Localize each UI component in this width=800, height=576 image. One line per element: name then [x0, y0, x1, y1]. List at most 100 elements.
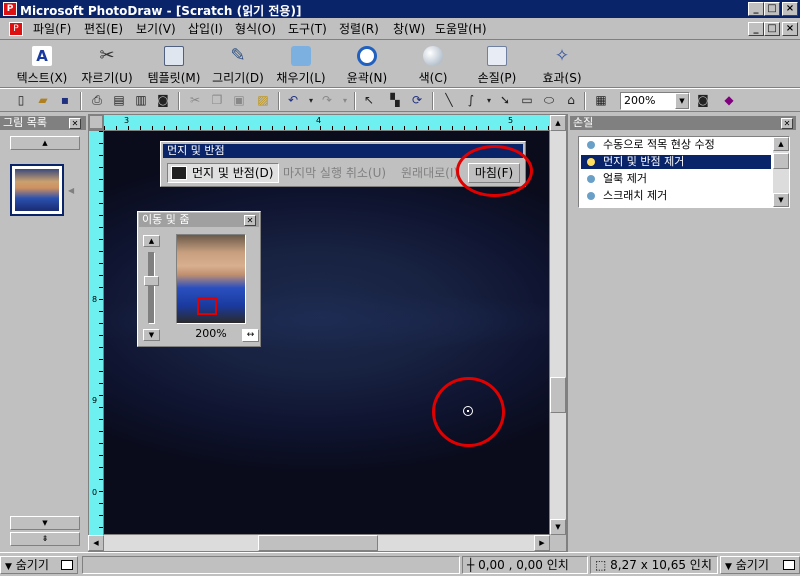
- rectangle-icon[interactable]: ▭: [518, 92, 536, 110]
- title-bar: P Microsoft PhotoDraw - [Scratch (읽기 전용)…: [0, 0, 800, 18]
- draw-button[interactable]: ✎ 그리기(D): [210, 42, 266, 86]
- camera-icon[interactable]: ◙: [154, 92, 172, 110]
- toolbar-separator: [432, 92, 434, 110]
- crop-button[interactable]: ✂ 자르기(U): [78, 42, 136, 86]
- scroll-bottom-button[interactable]: ⇟: [10, 532, 80, 546]
- hide-left-button[interactable]: ▼ 숨기기: [0, 556, 78, 574]
- fill-button[interactable]: 채우기(L): [272, 42, 330, 86]
- rotate-icon[interactable]: ⟳: [408, 92, 426, 110]
- thumbnail[interactable]: [10, 164, 64, 216]
- scroll-down-button[interactable]: ▼: [10, 516, 80, 530]
- scroll-thumb[interactable]: [550, 377, 566, 413]
- doc-minimize-button[interactable]: _: [748, 22, 764, 36]
- zoom-out-button[interactable]: ▼: [143, 329, 160, 341]
- hide-right-button[interactable]: ▼ 숨기기: [720, 556, 800, 574]
- close-button[interactable]: ×: [782, 2, 798, 16]
- scroll-right-arrow-icon[interactable]: ▶: [534, 535, 550, 551]
- touchup-button[interactable]: 손질(P): [470, 42, 524, 86]
- zoom-in-button[interactable]: ▲: [143, 235, 160, 247]
- format-painter-icon[interactable]: ▨: [254, 92, 272, 110]
- open-icon[interactable]: ▰: [34, 92, 52, 110]
- ruler-label: 8: [92, 295, 98, 304]
- print-preview-icon[interactable]: ▤: [110, 92, 128, 110]
- scroll-corner: [550, 535, 566, 551]
- scroll-down-arrow-icon[interactable]: ▼: [550, 519, 566, 535]
- window-title: Microsoft PhotoDraw - [Scratch (읽기 전용)]: [20, 4, 302, 18]
- scroll-down-arrow-icon[interactable]: ▼: [773, 193, 789, 207]
- menu-arrange[interactable]: 정렬(R): [334, 21, 384, 37]
- arrange-icon[interactable]: ▚: [386, 92, 404, 110]
- fit-width-icon[interactable]: ↔: [242, 329, 259, 342]
- autoshape-icon[interactable]: ⌂: [562, 92, 580, 110]
- ellipse-icon[interactable]: ⬭: [540, 92, 558, 110]
- minimize-button[interactable]: _: [748, 2, 764, 16]
- chevron-down-icon: ▼: [725, 562, 732, 572]
- menu-tools[interactable]: 도구(T): [283, 21, 332, 37]
- save-icon[interactable]: ▪: [56, 92, 74, 110]
- redo-dropdown-icon[interactable]: ▾: [336, 92, 354, 110]
- close-icon[interactable]: ✕: [69, 118, 81, 129]
- effects-button[interactable]: ✧ 효과(S): [536, 42, 588, 86]
- undo-icon[interactable]: ↶: [284, 92, 302, 110]
- close-icon[interactable]: ✕: [781, 118, 793, 129]
- ruler-label: 5: [508, 116, 514, 125]
- menu-file[interactable]: 파일(F): [28, 21, 76, 37]
- scroll-left-arrow-icon[interactable]: ◀: [88, 535, 104, 551]
- undo-last-button[interactable]: 마지막 실행 취소(U): [283, 165, 386, 181]
- scroll-up-arrow-icon[interactable]: ▲: [550, 115, 566, 131]
- doc-restore-button[interactable]: □: [764, 22, 780, 36]
- print-icon[interactable]: ⎙: [88, 92, 106, 110]
- copy-icon[interactable]: ❐: [208, 92, 226, 110]
- list-item-smudge[interactable]: 얼룩 제거: [581, 172, 771, 186]
- outline-button[interactable]: 윤곽(N): [340, 42, 394, 86]
- restore-button[interactable]: 원래대로(I): [401, 165, 458, 181]
- zoom-select[interactable]: 200% ▼: [620, 92, 690, 110]
- scroll-up-arrow-icon[interactable]: ▲: [773, 137, 789, 151]
- menu-view[interactable]: 보기(V): [131, 21, 181, 37]
- paint-bucket-icon: [291, 46, 311, 66]
- navigator-preview[interactable]: [176, 234, 246, 324]
- list-item-dust-spots[interactable]: 먼지 및 반점 제거: [581, 155, 771, 169]
- fit-zoom-icon[interactable]: ◙: [694, 92, 712, 110]
- redo-icon[interactable]: ↷: [318, 92, 336, 110]
- menu-insert[interactable]: 삽입(I): [183, 21, 228, 37]
- color-button[interactable]: 색(C): [410, 42, 456, 86]
- close-icon[interactable]: ✕: [244, 215, 256, 226]
- menu-edit[interactable]: 편집(E): [79, 21, 128, 37]
- chevron-down-icon[interactable]: ▼: [675, 93, 689, 109]
- menu-format[interactable]: 형식(O): [230, 21, 281, 37]
- app-icon[interactable]: P: [3, 2, 17, 16]
- scroll-thumb[interactable]: [773, 153, 789, 169]
- properties-icon[interactable]: ▦: [592, 92, 610, 110]
- zoom-slider-track[interactable]: [148, 252, 155, 324]
- list-item-scratch[interactable]: 스크래치 제거: [581, 189, 771, 203]
- expand-arrow-icon[interactable]: ◀: [68, 186, 74, 195]
- maximize-button[interactable]: □: [764, 2, 780, 16]
- scan-icon[interactable]: ▥: [132, 92, 150, 110]
- document-icon[interactable]: P: [9, 22, 23, 36]
- menu-help[interactable]: 도움말(H): [430, 21, 492, 37]
- view-rectangle[interactable]: [197, 297, 217, 315]
- vertical-scrollbar[interactable]: ▲ ▼: [550, 115, 566, 535]
- pointer-icon[interactable]: ↖: [360, 92, 378, 110]
- templates-button[interactable]: 템플릿(M): [142, 42, 206, 86]
- list-item-redeye[interactable]: 수동으로 적목 현상 수정: [581, 138, 771, 152]
- ruler-ticks: [99, 131, 103, 535]
- cursor-center: [467, 410, 469, 412]
- menu-window[interactable]: 창(W): [388, 21, 430, 37]
- line-icon[interactable]: ╲: [440, 92, 458, 110]
- doc-close-button[interactable]: ×: [782, 22, 798, 36]
- text-button[interactable]: A 텍스트(X): [12, 42, 72, 86]
- curve-icon[interactable]: ∫: [462, 92, 480, 110]
- scroll-thumb[interactable]: [258, 535, 378, 551]
- zoom-slider-thumb[interactable]: [144, 276, 159, 286]
- horizontal-scrollbar[interactable]: ◀ ▶: [88, 535, 550, 551]
- paste-icon[interactable]: ▣: [230, 92, 248, 110]
- new-icon[interactable]: ▯: [12, 92, 30, 110]
- dust-spots-tool-button[interactable]: 먼지 및 반점(D): [167, 163, 279, 183]
- cut-icon[interactable]: ✂: [186, 92, 204, 110]
- scroll-up-button[interactable]: ▲: [10, 136, 80, 150]
- arrow-icon[interactable]: ➘: [496, 92, 514, 110]
- list-scrollbar[interactable]: ▲ ▼: [773, 137, 789, 207]
- help-book-icon[interactable]: ◆: [720, 92, 738, 110]
